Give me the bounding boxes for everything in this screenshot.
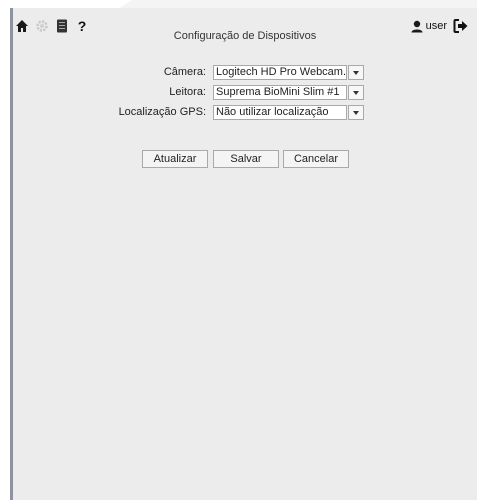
reader-select[interactable]: Suprema BioMini Slim #1 (213, 85, 347, 100)
gps-select[interactable]: Não utilizar localização (213, 105, 347, 120)
camera-dropdown-button[interactable] (348, 65, 364, 80)
cancel-button[interactable]: Cancelar (283, 150, 349, 168)
reader-label: Leitora: (169, 86, 206, 98)
top-strip (0, 0, 477, 8)
tab-background (120, 0, 477, 8)
page-title: Configuração de Dispositivos (173, 30, 317, 42)
camera-select[interactable]: Logitech HD Pro Webcam... (213, 65, 347, 80)
camera-label: Câmera: (163, 66, 206, 78)
save-button[interactable]: Salvar (213, 150, 279, 168)
chevron-down-icon (353, 110, 359, 115)
refresh-button[interactable]: Atualizar (142, 150, 208, 168)
app-window: ? user Configuração de Dispositivos Câme… (13, 8, 477, 500)
gps-label: Localização GPS: (118, 106, 206, 118)
gps-dropdown-button[interactable] (348, 105, 364, 120)
chevron-down-icon (353, 90, 359, 95)
reader-dropdown-button[interactable] (348, 85, 364, 100)
chevron-down-icon (353, 70, 359, 75)
